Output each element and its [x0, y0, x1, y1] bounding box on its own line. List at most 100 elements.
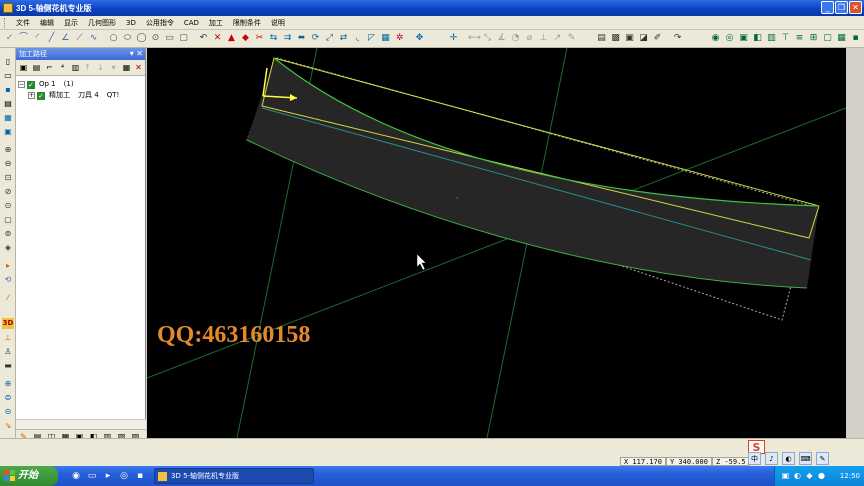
- ime-mode-button[interactable]: ♪: [765, 452, 778, 465]
- collapse-icon[interactable]: −: [18, 81, 25, 88]
- tree-row-op1[interactable]: − ✓ Op 1 (1): [18, 79, 145, 90]
- menu-edit[interactable]: 编辑: [35, 18, 59, 28]
- move-up-icon[interactable]: ↑: [82, 63, 93, 73]
- menu-help[interactable]: 说明: [266, 18, 290, 28]
- move-icon[interactable]: ⬌: [296, 33, 307, 44]
- move-down-icon[interactable]: ↓: [95, 63, 106, 73]
- move-view-icon[interactable]: ✥: [414, 33, 425, 44]
- hatch-icon[interactable]: ▩: [610, 33, 621, 44]
- quicklaunch-desktop-icon[interactable]: ▭: [86, 470, 98, 482]
- fillet-icon[interactable]: ◟: [352, 33, 363, 44]
- wireframe-icon[interactable]: ◎: [724, 33, 735, 44]
- close-button[interactable]: ✕: [849, 1, 862, 14]
- scale-icon[interactable]: ⤢: [324, 33, 335, 44]
- chamfer-icon[interactable]: ◸: [366, 33, 377, 44]
- circle-tangent-icon[interactable]: ⊙: [150, 33, 161, 44]
- 3d-mode-icon[interactable]: 3D: [2, 318, 14, 329]
- search-icon[interactable]: ⊕: [2, 378, 14, 389]
- menu-cad[interactable]: CAD: [179, 19, 204, 27]
- section-icon[interactable]: ⊤: [780, 33, 791, 44]
- op-check-icon[interactable]: ✓: [27, 80, 35, 89]
- view-rotate-icon[interactable]: ⟲: [2, 274, 14, 285]
- dim-linear-icon[interactable]: ⟷: [468, 33, 481, 44]
- ime-punct-button[interactable]: ◐: [782, 452, 795, 465]
- grid-icon[interactable]: ▤: [596, 33, 607, 44]
- note-icon[interactable]: ✎: [566, 33, 577, 44]
- ime-lang-button[interactable]: 中: [748, 452, 761, 465]
- save-icon[interactable]: ▪: [2, 84, 14, 95]
- print-icon[interactable]: ▦: [836, 33, 847, 44]
- layer-icon[interactable]: ▣: [624, 33, 635, 44]
- zoom-in-icon[interactable]: ⊕: [2, 144, 14, 155]
- regen-icon[interactable]: ⌐: [44, 63, 55, 73]
- menu-constraints[interactable]: 限制条件: [228, 18, 266, 28]
- tool-icon[interactable]: ⊥: [2, 332, 14, 343]
- ellipse-icon[interactable]: ⬭: [122, 33, 133, 44]
- dim-aligned-icon[interactable]: ⤡: [482, 33, 493, 44]
- tray-volume-icon[interactable]: ◐: [793, 471, 802, 480]
- view-top-icon[interactable]: ▢: [2, 214, 14, 225]
- dim-diameter-icon[interactable]: ⌀: [524, 33, 535, 44]
- extend-icon[interactable]: ◆: [240, 33, 251, 44]
- select-all-icon[interactable]: ▣: [18, 63, 29, 73]
- magnify-icon[interactable]: ⊜: [2, 392, 14, 403]
- minimize-button[interactable]: _: [821, 1, 834, 14]
- dim-radius-icon[interactable]: ◔: [510, 33, 521, 44]
- offset-icon[interactable]: ⇉: [282, 33, 293, 44]
- tray-security-icon[interactable]: ◆: [805, 471, 814, 480]
- surface-icon[interactable]: ◧: [752, 33, 763, 44]
- zoom-out-icon[interactable]: ⊖: [2, 158, 14, 169]
- zoom-icon[interactable]: ⊞: [808, 33, 819, 44]
- rotate-icon[interactable]: ⟳: [310, 33, 321, 44]
- tray-network-icon[interactable]: ▣: [781, 471, 790, 480]
- list-icon[interactable]: ▤: [31, 63, 42, 73]
- verify-icon[interactable]: ▥: [70, 63, 81, 73]
- zoom-previous-icon[interactable]: ⊘: [2, 186, 14, 197]
- new-file-icon[interactable]: ▯: [2, 56, 14, 67]
- circle-center-icon[interactable]: ◯: [136, 33, 147, 44]
- polyline-icon[interactable]: ⌒: [18, 33, 29, 44]
- print-file-icon[interactable]: ▤: [2, 98, 14, 109]
- restore-button[interactable]: ❐: [835, 1, 848, 14]
- break-icon[interactable]: ✂: [254, 33, 265, 44]
- rectangle-icon[interactable]: ▭: [164, 33, 175, 44]
- open-file-icon[interactable]: ▭: [2, 70, 14, 81]
- shade-icon[interactable]: ◉: [710, 33, 721, 44]
- line-icon[interactable]: ╱: [46, 33, 57, 44]
- paste-icon[interactable]: ▣: [2, 126, 14, 137]
- post-icon[interactable]: ▦: [121, 63, 132, 73]
- pencil-icon[interactable]: ⁄: [2, 292, 14, 303]
- menu-file[interactable]: 文件: [11, 18, 35, 28]
- expand-icon[interactable]: +: [28, 92, 35, 99]
- menu-machining[interactable]: 加工: [204, 18, 228, 28]
- settings-icon[interactable]: ▪: [850, 33, 861, 44]
- join-icon[interactable]: ⇄: [338, 33, 349, 44]
- check-icon[interactable]: ✓: [4, 33, 15, 44]
- panel-delete-icon[interactable]: ✕: [133, 63, 144, 73]
- menu-view[interactable]: 显示: [59, 18, 83, 28]
- panel-horizontal-scrollbar[interactable]: [16, 419, 146, 429]
- circle-icon[interactable]: ○: [108, 33, 119, 44]
- taskbar-app-button[interactable]: 3D 5-轴侧花机专业版: [154, 468, 314, 484]
- tangent-icon[interactable]: ⟋: [74, 33, 85, 44]
- spline-icon[interactable]: ∿: [88, 33, 99, 44]
- view-side-icon[interactable]: ◈: [2, 242, 14, 253]
- graphics-viewport[interactable]: QQ:463160158: [147, 48, 846, 438]
- insert-icon[interactable]: ▾: [108, 63, 119, 73]
- quicklaunch-browser-icon[interactable]: ◉: [70, 470, 82, 482]
- render-icon[interactable]: ▣: [738, 33, 749, 44]
- fit-icon[interactable]: ▢: [822, 33, 833, 44]
- explode-icon[interactable]: ✲: [394, 33, 405, 44]
- quicklaunch-more-icon[interactable]: ▪: [134, 470, 146, 482]
- redo-icon[interactable]: ↷: [672, 33, 683, 44]
- array-icon[interactable]: ▦: [380, 33, 391, 44]
- block-icon[interactable]: ▬: [2, 360, 14, 371]
- pen-icon[interactable]: ✐: [652, 33, 663, 44]
- start-button[interactable]: 开始: [0, 466, 58, 486]
- finish-check-icon[interactable]: ✓: [37, 91, 45, 100]
- undo-icon[interactable]: ↶: [198, 33, 209, 44]
- measure-icon[interactable]: ⇘: [2, 420, 14, 431]
- delete-icon[interactable]: ✕: [212, 33, 223, 44]
- rounded-rect-icon[interactable]: ▢: [178, 33, 189, 44]
- quicklaunch-explorer-icon[interactable]: ◎: [118, 470, 130, 482]
